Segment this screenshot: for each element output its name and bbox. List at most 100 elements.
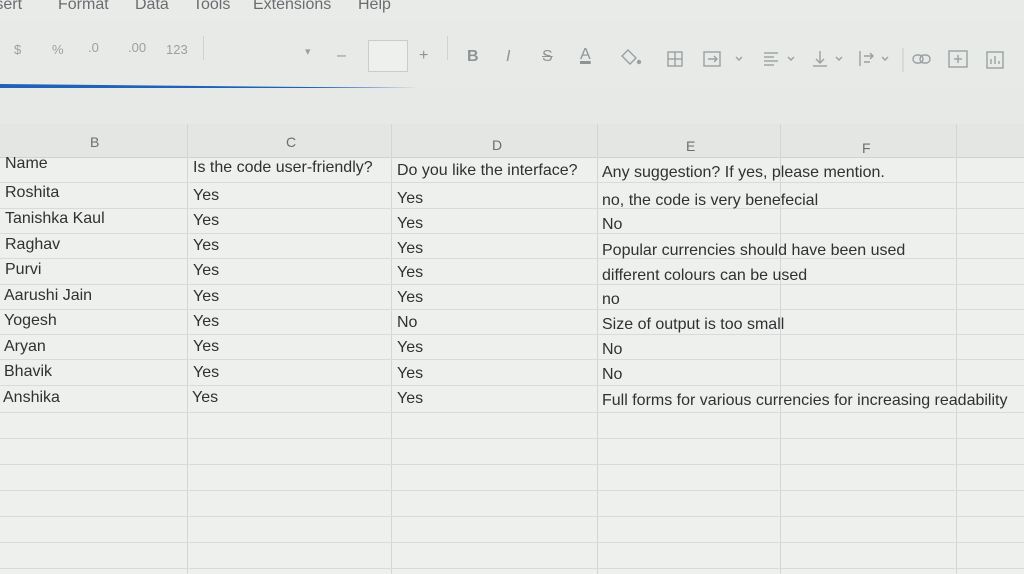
table-cell[interactable]: Purvi <box>5 261 41 279</box>
menu-tools[interactable]: Tools <box>193 0 230 14</box>
table-cell[interactable]: Raghav <box>5 236 60 254</box>
table-cell[interactable]: Yes <box>397 289 423 307</box>
column-header-e[interactable]: E <box>686 138 695 154</box>
table-cell[interactable]: Yogesh <box>4 312 57 330</box>
toolbar-divider <box>447 36 448 60</box>
column-divider <box>187 124 188 574</box>
row-divider <box>0 464 1024 465</box>
valign-dropdown-icon[interactable] <box>835 56 843 61</box>
table-cell[interactable]: No <box>602 341 622 359</box>
table-cell[interactable]: Yes <box>193 237 219 255</box>
table-cell[interactable]: Yes <box>193 187 219 205</box>
row-divider <box>0 438 1024 439</box>
merge-cells-icon[interactable] <box>703 51 721 67</box>
decrease-decimal-button[interactable]: .0 <box>88 40 99 56</box>
row-divider <box>0 284 1024 285</box>
fill-color-icon[interactable] <box>621 49 642 65</box>
row-divider <box>0 568 1024 569</box>
column-divider <box>391 124 392 574</box>
row-divider <box>0 385 1024 386</box>
table-cell[interactable]: Yes <box>397 215 423 233</box>
font-dropdown-chevron-icon[interactable]: ▾ <box>305 44 311 60</box>
percent-format-button[interactable]: % <box>52 42 64 58</box>
row-divider <box>0 334 1024 335</box>
table-cell[interactable]: Yes <box>397 339 423 357</box>
table-cell[interactable]: Roshita <box>5 184 59 202</box>
italic-button[interactable]: I <box>506 49 510 65</box>
link-icon[interactable] <box>912 54 931 64</box>
column-divider <box>597 124 598 574</box>
table-cell[interactable]: no <box>602 291 620 309</box>
menu-data[interactable]: Data <box>135 0 169 14</box>
row-divider <box>0 412 1024 413</box>
menu-extensions[interactable]: Extensions <box>253 0 331 14</box>
formula-bar-area <box>0 88 1024 124</box>
menu-format[interactable]: Format <box>58 0 109 14</box>
borders-icon[interactable] <box>667 51 683 67</box>
table-cell[interactable]: Yes <box>193 313 219 331</box>
table-cell[interactable]: Aryan <box>4 338 46 356</box>
table-cell[interactable]: Yes <box>397 190 423 208</box>
header-cell-user-friendly[interactable]: Is the code user-friendly? <box>193 159 373 177</box>
table-cell[interactable]: Yes <box>192 389 218 407</box>
table-cell[interactable]: Size of output is too small <box>602 316 784 334</box>
column-header-b[interactable]: B <box>90 134 99 150</box>
table-cell[interactable]: Yes <box>397 264 423 282</box>
table-cell[interactable]: Popular currencies should have been used <box>602 242 905 260</box>
bold-button[interactable]: B <box>467 49 479 65</box>
align-dropdown-icon[interactable] <box>787 56 795 61</box>
table-cell[interactable]: Yes <box>193 262 219 280</box>
increase-decimal-button[interactable]: .00 <box>128 40 146 56</box>
column-header-f[interactable]: F <box>862 140 871 156</box>
table-cell[interactable]: Full forms for various currencies for in… <box>602 392 1007 410</box>
column-divider <box>956 124 957 574</box>
strikethrough-button[interactable]: S <box>542 49 553 65</box>
table-cell[interactable]: No <box>602 216 622 234</box>
row-divider <box>0 490 1024 491</box>
table-cell[interactable]: Tanishka Kaul <box>5 210 105 228</box>
table-cell[interactable]: Anshika <box>3 389 60 407</box>
header-cell-name[interactable]: Name <box>5 155 48 173</box>
table-cell[interactable]: Yes <box>193 338 219 356</box>
header-cell-interface[interactable]: Do you like the interface? <box>397 162 578 180</box>
table-cell[interactable]: Yes <box>193 288 219 306</box>
insert-chart-icon[interactable] <box>986 51 1004 69</box>
table-cell[interactable]: Yes <box>193 212 219 230</box>
insert-comment-icon[interactable] <box>948 50 968 68</box>
wrap-dropdown-icon[interactable] <box>881 56 889 61</box>
table-cell[interactable]: Yes <box>397 390 423 408</box>
table-cell[interactable]: different colours can be used <box>602 267 807 285</box>
column-header-c[interactable]: C <box>286 134 296 150</box>
increase-font-size-button[interactable]: + <box>419 48 428 64</box>
table-cell[interactable]: Aarushi Jain <box>4 287 92 305</box>
menu-insert[interactable]: Insert <box>0 0 22 14</box>
text-wrap-icon[interactable] <box>859 51 874 66</box>
currency-format-button[interactable]: $ <box>14 42 21 58</box>
column-header-row: B C D E F <box>0 124 1024 158</box>
table-cell[interactable]: Bhavik <box>4 363 52 381</box>
row-divider <box>0 233 1024 234</box>
row-divider <box>0 359 1024 360</box>
table-cell[interactable]: No <box>602 366 622 384</box>
table-cell[interactable]: Yes <box>193 364 219 382</box>
row-divider <box>0 208 1024 209</box>
menu-help[interactable]: Help <box>358 0 391 14</box>
toolbar-divider <box>203 36 204 60</box>
table-cell[interactable]: No <box>397 314 417 332</box>
merge-dropdown-icon[interactable] <box>735 56 743 61</box>
header-cell-suggestion[interactable]: Any suggestion? If yes, please mention. <box>602 164 885 182</box>
decrease-font-size-button[interactable]: – <box>337 48 346 64</box>
row-divider <box>0 516 1024 517</box>
table-cell[interactable]: no, the code is very benefecial <box>602 192 818 210</box>
vertical-align-icon[interactable] <box>813 51 827 67</box>
row-divider <box>0 309 1024 310</box>
table-cell[interactable]: Yes <box>397 365 423 383</box>
text-color-button[interactable]: A <box>580 47 591 63</box>
horizontal-align-icon[interactable] <box>764 52 778 66</box>
column-header-d[interactable]: D <box>492 137 502 153</box>
toolbar-icons <box>621 48 1004 72</box>
table-cell[interactable]: Yes <box>397 240 423 258</box>
row-divider <box>0 542 1024 543</box>
number-format-button[interactable]: 123 <box>166 42 188 58</box>
font-size-input[interactable] <box>368 40 408 72</box>
